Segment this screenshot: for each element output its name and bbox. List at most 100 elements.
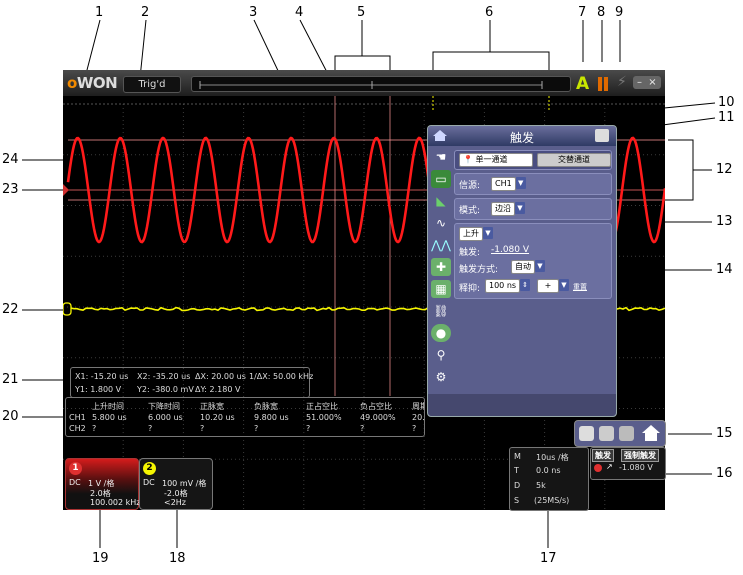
callout-7: 7 — [578, 5, 587, 20]
force-trigger-tab[interactable]: 强制触发 — [621, 449, 659, 462]
cursor-readout: X1: -15.20 us X2: -35.20 us ΔX: 20.00 us… — [70, 367, 314, 398]
print-icon[interactable] — [619, 426, 634, 441]
power-icon: ⚡ — [617, 74, 627, 90]
callout-6: 6 — [485, 5, 494, 20]
run-stop-icon[interactable] — [598, 77, 609, 91]
cursor-dx: ΔX: 20.00 us — [195, 372, 246, 381]
callout-5: 5 — [357, 5, 366, 20]
mode-select[interactable]: 边沿 ▼ — [491, 202, 525, 216]
autoset-icon[interactable] — [579, 426, 594, 441]
ch1-marker[interactable] — [63, 184, 69, 196]
title-bar: oWON Trig'd A ⚡ – × — [63, 70, 665, 96]
ch1-source-dot — [594, 464, 602, 472]
cursor-icon[interactable]: ✚ — [431, 258, 451, 276]
oscilloscope-screen: oWON Trig'd A ⚡ – × 触发 ☚ ▭ ◣ ∿ ⋀⋀ ✚ ▦ ⛓ … — [63, 70, 666, 511]
callout-3: 3 — [249, 5, 258, 20]
tb-m-label: M — [514, 452, 521, 461]
meas-row-label: CH1 — [69, 413, 86, 422]
meas-header: 负脉宽 — [254, 402, 278, 411]
callout-4: 4 — [295, 5, 304, 20]
callout-19: 19 — [92, 551, 109, 566]
ch2-info[interactable]: 2 DC 100 mV /格 -2.0格 <2Hz — [139, 458, 213, 510]
link-icon[interactable]: ⛓ — [431, 302, 451, 320]
timebase-info[interactable]: M 10us /格 T 0.0 ns D 5k S (25MS/s) — [509, 447, 589, 511]
single-channel-button[interactable]: 📍 单一通道 — [459, 153, 533, 167]
trigger-tab[interactable]: 触发 — [592, 449, 614, 462]
channel-icon[interactable]: ▭ — [431, 170, 451, 188]
settings-icon[interactable]: ⚙ — [431, 368, 451, 386]
record-icon[interactable]: ● — [431, 324, 451, 342]
trigger-type-label: 触发方式: — [459, 265, 499, 275]
ch1-frequency: 100.002 kHz — [90, 498, 141, 507]
tb-s-value: (25MS/s) — [534, 496, 570, 505]
slope-select[interactable]: 上升 ▼ — [459, 227, 493, 241]
callout-15: 15 — [716, 426, 733, 441]
meas-header: 周期 — [412, 402, 424, 411]
trigger-type-select[interactable]: 自动 ▼ — [511, 260, 545, 274]
meas-cell: ? — [92, 424, 97, 433]
callout-2: 2 — [141, 5, 150, 20]
home-tool-icon[interactable] — [641, 424, 661, 442]
meas-header: 负占空比 — [360, 402, 392, 411]
callout-12: 12 — [716, 162, 733, 177]
ch2-marker[interactable] — [63, 302, 72, 316]
mode-label: 模式: — [459, 206, 481, 216]
ch1-info[interactable]: 1 DC 1 V /格 2.0格 100.002 kHz — [65, 458, 141, 510]
edge-settings-panel: 上升 ▼ 触发: -1.080 V 触发方式: 自动 ▼ 释抑: 100 ns ⇕ +… — [454, 223, 612, 299]
callout-23: 23 — [2, 182, 19, 197]
autoset-status-icon[interactable]: A — [576, 74, 589, 94]
channel-mode-panel: 📍 单一通道 交替通道 — [454, 150, 612, 170]
callout-22: 22 — [2, 302, 19, 317]
meas-cell: 6.000 us — [148, 413, 183, 422]
minimize-button[interactable]: – — [633, 76, 646, 89]
source-panel: 信源: CH1 ▼ — [454, 173, 612, 195]
meas-cell: 5.800 us — [92, 413, 127, 422]
meas-cell: 51.000% — [306, 413, 342, 422]
callout-17: 17 — [540, 551, 557, 566]
reset-link[interactable]: 重置 — [573, 282, 587, 292]
meas-header: 上升时间 — [92, 402, 124, 411]
callout-1: 1 — [95, 5, 104, 20]
time-position-marks — [199, 81, 543, 89]
holdoff-step-select[interactable]: + ▼ — [537, 279, 569, 293]
ch2-coupling: DC — [143, 478, 155, 487]
measure-icon[interactable]: ▦ — [431, 280, 451, 298]
zoom-icon[interactable]: ⚲ — [431, 346, 451, 364]
cursor-x1: X1: -15.20 us — [75, 372, 129, 381]
source-label: 信源: — [459, 181, 481, 191]
callout-10: 10 — [718, 95, 735, 110]
ch2-frequency: <2Hz — [164, 498, 187, 507]
time-position-bar[interactable] — [191, 76, 571, 92]
callout-16: 16 — [716, 466, 733, 481]
mode-panel: 模式: 边沿 ▼ — [454, 198, 612, 220]
cursor-dy: ΔY: 2.180 V — [195, 385, 241, 394]
save-icon[interactable] — [595, 129, 609, 142]
meas-header: 正脉宽 — [200, 402, 224, 411]
source-select[interactable]: CH1 ▼ — [491, 177, 526, 191]
close-button[interactable]: × — [646, 76, 659, 89]
meas-cell: ? — [360, 424, 365, 433]
waveform-icon[interactable]: ∿ — [431, 214, 451, 232]
trigger-level-label: 触发: — [459, 248, 481, 258]
cursor-x2: X2: -35.20 us — [137, 372, 191, 381]
save-tool-icon[interactable] — [599, 426, 614, 441]
holdoff-input[interactable]: 100 ns ⇕ — [485, 279, 531, 293]
meas-cell: 49.000% — [360, 413, 396, 422]
meas-cell: ? — [306, 424, 311, 433]
window-buttons: – × — [633, 76, 661, 89]
callout-8: 8 — [597, 5, 606, 20]
tb-m-value: 10us /格 — [536, 453, 569, 462]
math-icon[interactable]: ⋀⋀ — [431, 236, 451, 254]
tb-t-value: 0.0 ns — [536, 466, 561, 475]
trigger-info: 触发 强制触发 ↗ -1.080 V — [590, 447, 666, 480]
meas-cell: ? — [254, 424, 259, 433]
rising-edge-icon: ↗ — [606, 462, 613, 471]
cursor-inv-dx: 1/ΔX: 50.00 kHz — [249, 372, 314, 381]
cursor-y1: Y1: 1.800 V — [75, 385, 122, 394]
alternate-channel-button[interactable]: 交替通道 — [537, 153, 611, 167]
owon-logo: oWON — [67, 74, 118, 92]
ramp-icon[interactable]: ◣ — [431, 192, 451, 210]
trigger-level-value[interactable]: -1.080 V — [491, 245, 529, 255]
callout-18: 18 — [169, 551, 186, 566]
hand-icon[interactable]: ☚ — [431, 148, 451, 166]
